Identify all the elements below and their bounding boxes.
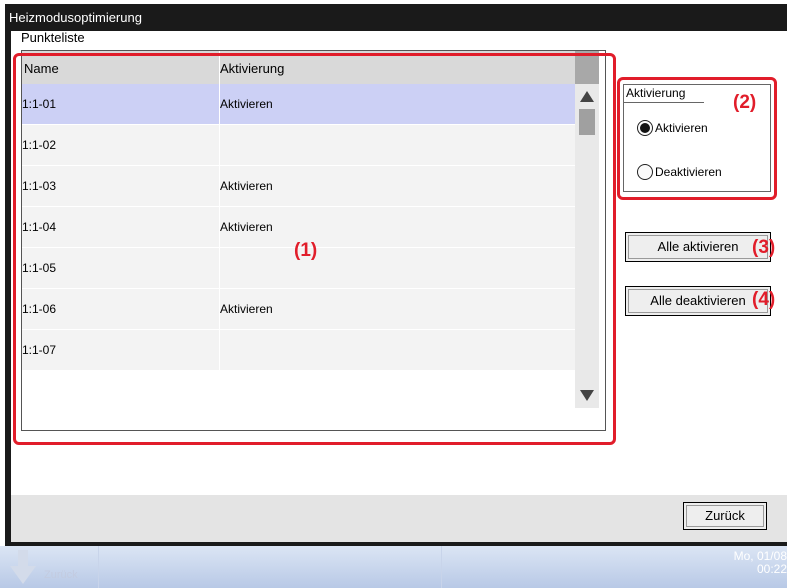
window-title: Heizmodusoptimierung bbox=[9, 10, 142, 25]
taskbar-separator bbox=[98, 546, 99, 588]
back-button[interactable]: Zurück bbox=[683, 502, 767, 530]
enable-all-button[interactable]: Alle aktivieren bbox=[625, 232, 771, 262]
annotation-label-2: (2) bbox=[733, 92, 757, 113]
taskbar-back-button[interactable]: Zurück bbox=[0, 546, 98, 588]
footer-bar: Zurück bbox=[11, 495, 787, 542]
taskbar-back-label: Zurück bbox=[44, 569, 78, 581]
taskbar-separator bbox=[441, 546, 442, 588]
taskbar: Zurück Mo, 01/08 00:22 bbox=[0, 546, 787, 588]
annotation-label-3: (3) bbox=[752, 237, 776, 258]
arrow-down-icon bbox=[10, 550, 36, 584]
annotation-label-4: (4) bbox=[752, 289, 776, 310]
taskbar-time: 00:22 bbox=[756, 562, 787, 576]
annotation-label-1: (1) bbox=[294, 240, 318, 261]
point-list-label: Punkteliste bbox=[21, 30, 85, 45]
taskbar-clock: Mo, 01/08 00:22 bbox=[727, 550, 787, 576]
disable-all-button[interactable]: Alle deaktivieren bbox=[625, 286, 771, 316]
